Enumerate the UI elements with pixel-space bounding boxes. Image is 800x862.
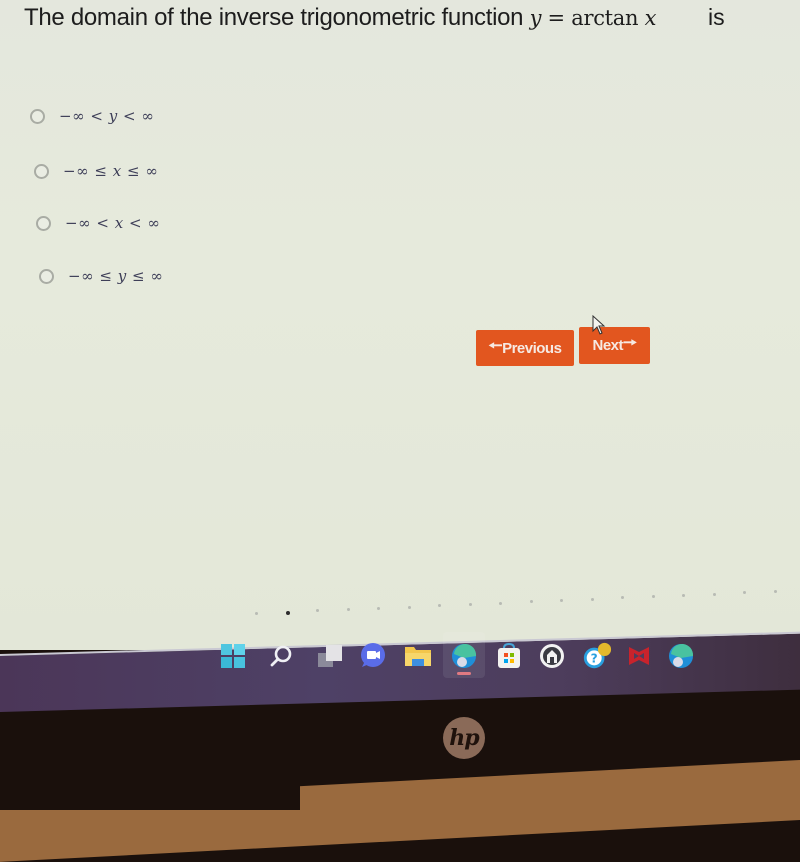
radio-button[interactable] (30, 108, 45, 124)
previous-button[interactable]: 🠔 Previous (476, 330, 574, 366)
pagination-dot[interactable] (529, 600, 533, 604)
next-button[interactable]: Next 🠖 (579, 327, 650, 364)
option-b[interactable]: −∞ ≤ x ≤ ∞ (34, 162, 158, 180)
pagination-dot[interactable] (438, 604, 441, 608)
question-text: The domain of the inverse trigonometric … (24, 4, 656, 32)
active-app-indicator (457, 672, 471, 675)
mcafee-icon[interactable] (624, 641, 654, 671)
arrow-right-icon: 🠖 (623, 335, 637, 352)
pagination-dot[interactable] (621, 596, 624, 600)
option-label: −∞ < x < ∞ (65, 214, 161, 232)
pagination-dot[interactable] (682, 593, 685, 597)
mouse-cursor-icon (592, 315, 606, 335)
help-icon[interactable]: ? (582, 641, 612, 671)
pagination-dot[interactable] (743, 591, 746, 595)
hp-logo: hp (443, 717, 485, 759)
screen: The domain of the inverse trigonometric … (0, 0, 800, 650)
question-tail: is (708, 4, 725, 30)
pagination-dot[interactable] (255, 612, 258, 615)
pagination-dot[interactable] (712, 592, 716, 596)
question-expression: y = arctan x (529, 6, 657, 30)
pagination-dots (0, 589, 800, 620)
arrow-left-icon: 🠔 (488, 337, 503, 355)
pagination-dot[interactable] (377, 606, 380, 610)
pagination-dot[interactable] (407, 605, 411, 609)
radio-button[interactable] (39, 268, 54, 284)
question-prefix: The domain of the inverse trigonometric … (24, 4, 524, 31)
pagination-dot[interactable] (590, 597, 594, 601)
video-chat-icon[interactable] (358, 641, 388, 671)
pagination-dot[interactable] (316, 609, 319, 613)
pagination-dot[interactable] (651, 595, 655, 599)
pagination-dot[interactable] (560, 599, 563, 602)
store-icon[interactable] (494, 641, 524, 671)
radio-button[interactable] (36, 215, 51, 231)
option-label: −∞ < y < ∞ (59, 107, 155, 125)
option-a[interactable]: −∞ < y < ∞ (30, 107, 154, 125)
folder-icon[interactable] (403, 641, 433, 671)
edge-browser-icon[interactable] (449, 641, 479, 671)
edge-profile-icon[interactable] (666, 641, 696, 671)
pagination-dot-active[interactable] (285, 610, 290, 615)
desk-shadow (0, 780, 300, 810)
desk-surface (0, 760, 800, 862)
radio-button[interactable] (34, 163, 49, 179)
search-icon[interactable] (266, 641, 296, 671)
option-c[interactable]: −∞ < x < ∞ (36, 214, 160, 232)
pagination-dot[interactable] (773, 589, 777, 593)
pagination-dot[interactable] (499, 601, 502, 605)
option-label: −∞ ≤ x ≤ ∞ (63, 162, 159, 180)
option-d[interactable]: −∞ ≤ y ≤ ∞ (39, 267, 163, 285)
task-view-icon[interactable] (315, 641, 345, 671)
windows-start-icon[interactable] (218, 641, 248, 671)
option-label: −∞ ≤ y ≤ ∞ (68, 267, 164, 285)
pagination-dot[interactable] (468, 602, 472, 606)
pagination-dot[interactable] (346, 608, 350, 612)
svg-text:?: ? (591, 652, 598, 666)
house-app-icon[interactable] (537, 641, 567, 671)
